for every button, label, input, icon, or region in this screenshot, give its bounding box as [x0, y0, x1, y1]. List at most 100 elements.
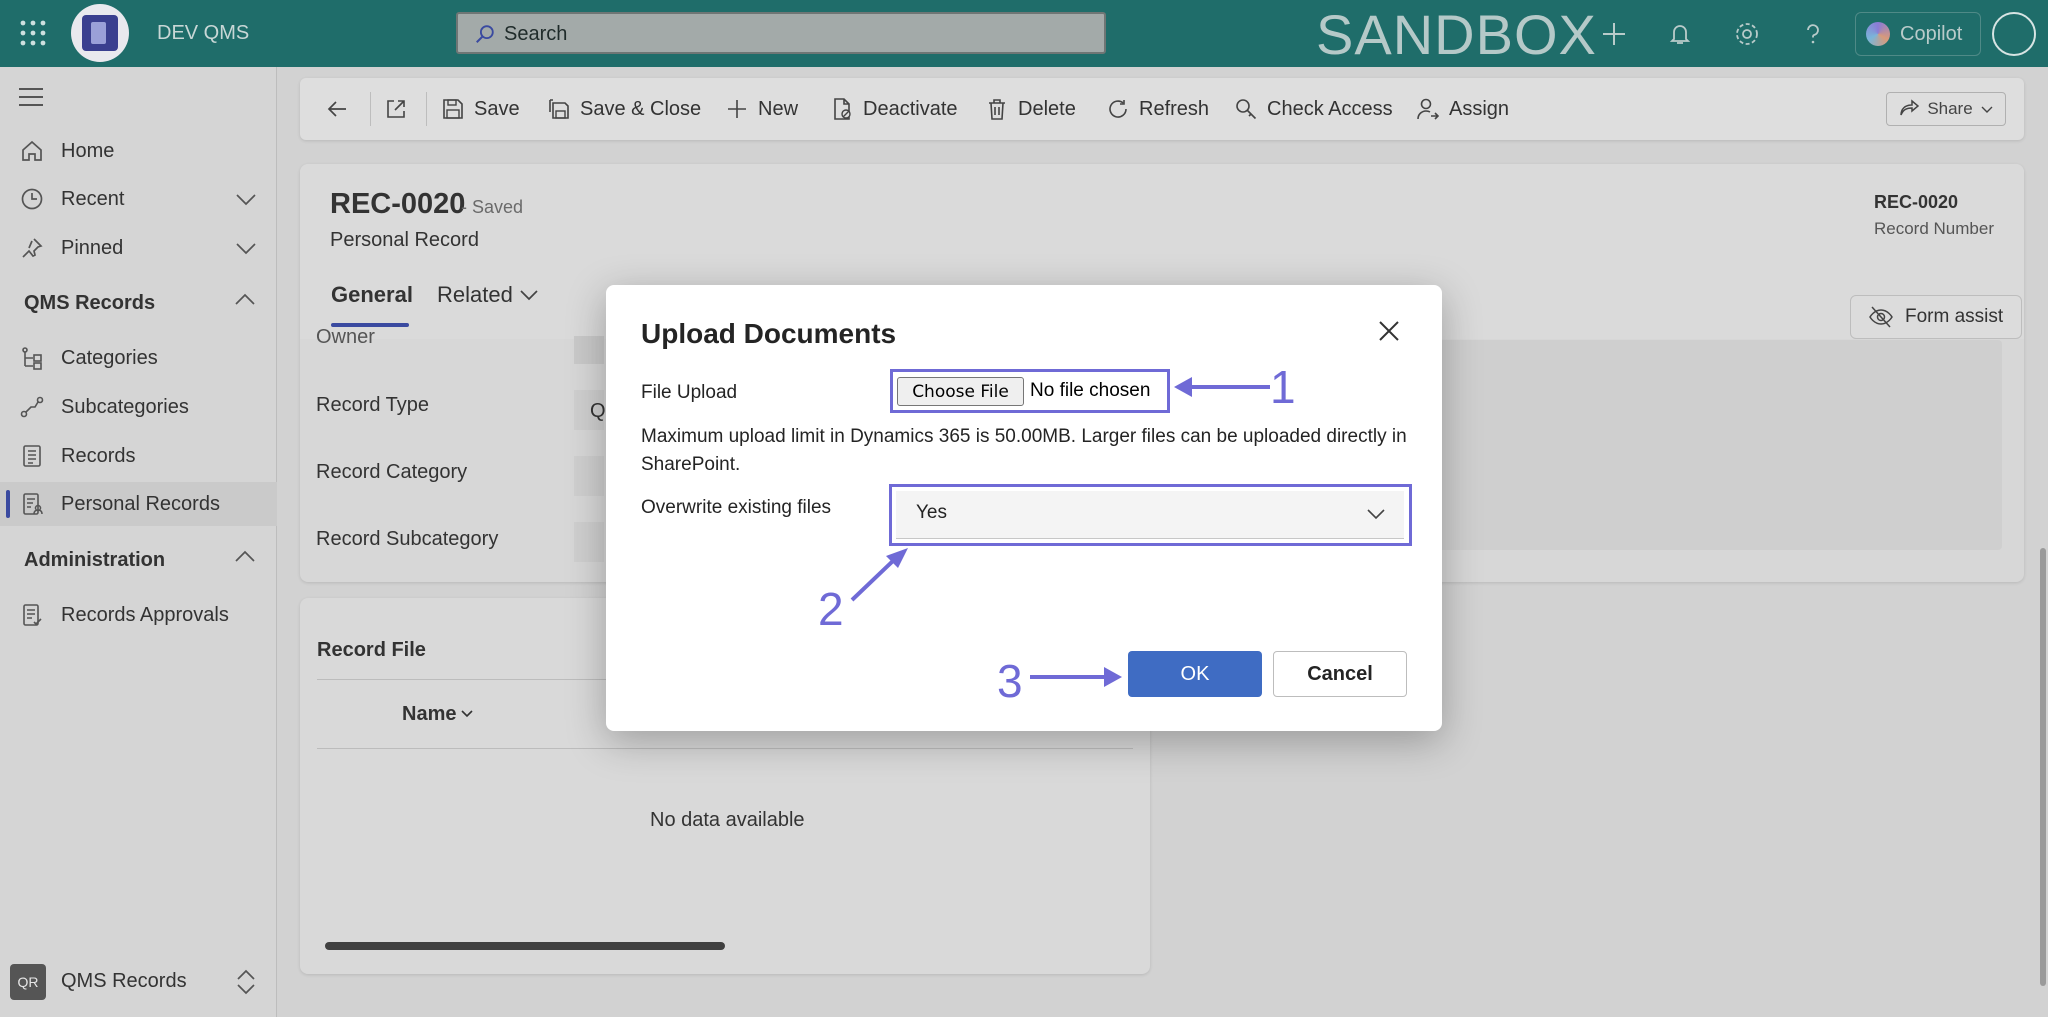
check-access-icon	[1236, 99, 1257, 120]
field-label-record-category: Record Category	[316, 461, 468, 483]
ok-button[interactable]: OK	[1128, 651, 1262, 697]
sidebar: Home Recent Pinned QMS Records Categorie…	[0, 67, 277, 1017]
choose-file-button[interactable]: Choose File	[897, 377, 1024, 406]
sidebar-item-categories[interactable]: Categories	[0, 336, 277, 380]
sidebar-item-home[interactable]: Home	[0, 129, 277, 173]
save-label: Save	[474, 97, 520, 120]
field-label-owner: Owner	[316, 326, 375, 346]
help-icon[interactable]	[1799, 20, 1827, 48]
grid-divider	[317, 748, 1133, 749]
open-new-window-button[interactable]	[385, 78, 407, 140]
top-bar: DEV QMS Search SANDBOX Copilot	[0, 0, 2048, 67]
chevron-down-icon[interactable]	[518, 283, 540, 305]
form-assist-button[interactable]: Form assist	[1850, 295, 2022, 339]
area-badge: QR	[10, 964, 46, 1000]
chevron-down-icon	[1981, 106, 1993, 113]
command-separator	[370, 92, 371, 126]
refresh-button[interactable]: Refresh	[1107, 78, 1209, 140]
grid-column-header-name[interactable]: Name	[402, 703, 456, 726]
deactivate-document-icon	[834, 98, 851, 120]
sidebar-item-personal-records[interactable]: Personal Records	[0, 482, 277, 526]
field-record-category-value[interactable]	[574, 456, 604, 496]
callout-number: 3	[997, 655, 1023, 707]
share-button[interactable]: Share	[1886, 92, 2006, 126]
sidebar-item-records[interactable]: Records	[0, 434, 277, 478]
hamburger-menu-icon[interactable]	[18, 87, 44, 107]
search-placeholder: Search	[504, 23, 568, 45]
delete-button[interactable]: Delete	[986, 78, 1076, 140]
copilot-label: Copilot	[1900, 22, 1963, 45]
user-avatar[interactable]	[1992, 12, 2036, 56]
overwrite-select[interactable]	[896, 491, 1404, 539]
records-icon	[23, 445, 41, 467]
sidebar-item-records-approvals[interactable]: Records Approvals	[0, 593, 277, 637]
app-launcher-icon[interactable]	[18, 18, 48, 48]
record-type-value: Q	[590, 400, 606, 422]
sidebar-item-label: Personal Records	[61, 492, 220, 515]
save-and-close-label: Save & Close	[580, 97, 702, 120]
sidebar-item-label: Records	[61, 444, 136, 467]
check-access-button[interactable]: Check Access	[1235, 78, 1393, 140]
eye-off-icon	[1869, 306, 1893, 328]
field-label-record-subcategory: Record Subcategory	[316, 528, 499, 550]
chevron-up-icon[interactable]	[234, 289, 256, 311]
dialog-title: Upload Documents	[641, 318, 897, 349]
bell-icon[interactable]	[1666, 20, 1694, 48]
app-name[interactable]: DEV QMS	[157, 22, 249, 45]
copilot-icon	[1866, 22, 1890, 46]
callout-arrow-icon	[1030, 667, 1122, 687]
callout-arrow-icon	[850, 548, 908, 602]
horizontal-scrollbar[interactable]	[325, 942, 725, 950]
check-access-label: Check Access	[1267, 97, 1393, 120]
close-icon[interactable]	[1377, 319, 1401, 343]
search-input[interactable]: Search	[456, 12, 1106, 54]
command-separator	[426, 92, 427, 126]
assign-button[interactable]: Assign	[1417, 78, 1509, 140]
pin-icon	[22, 238, 43, 258]
home-icon	[22, 140, 42, 161]
form-assist-label: Form assist	[1905, 306, 2004, 327]
vertical-scrollbar[interactable]	[2040, 548, 2046, 986]
overwrite-label: Overwrite existing files	[641, 497, 832, 518]
save-button[interactable]: Save	[442, 78, 520, 140]
field-owner-value[interactable]	[574, 336, 604, 364]
chevron-up-down-icon	[237, 969, 255, 995]
record-number-value: REC-0020	[1874, 192, 1959, 212]
area-label: QMS Records	[61, 970, 187, 992]
field-record-subcategory-value[interactable]	[574, 522, 604, 562]
share-icon	[1900, 99, 1920, 116]
area-switcher[interactable]: QR QMS Records	[0, 947, 277, 1017]
new-button[interactable]: New	[726, 78, 798, 140]
chevron-down-icon[interactable]	[235, 237, 257, 259]
app-logo	[71, 4, 129, 62]
chevron-down-icon[interactable]	[235, 188, 257, 210]
sidebar-item-pinned[interactable]: Pinned	[0, 226, 277, 270]
share-label: Share	[1927, 99, 1973, 118]
plus-icon[interactable]	[1600, 20, 1628, 48]
chevron-down-icon[interactable]	[1366, 504, 1386, 524]
chevron-up-icon[interactable]	[234, 546, 256, 568]
delete-label: Delete	[1018, 97, 1076, 120]
command-bar: Save Save & Close New Deactivate Delete …	[300, 78, 2024, 140]
back-button[interactable]	[326, 78, 348, 140]
save-and-close-button[interactable]: Save & Close	[548, 78, 701, 140]
field-record-type-value[interactable]: Q	[574, 390, 606, 430]
open-in-new-window-icon	[387, 100, 405, 118]
cancel-button[interactable]: Cancel	[1273, 651, 1407, 697]
save-icon	[443, 99, 463, 119]
sidebar-item-recent[interactable]: Recent	[0, 177, 277, 221]
subcategories-icon	[20, 396, 44, 418]
sidebar-item-label: Categories	[61, 346, 158, 369]
sidebar-item-subcategories[interactable]: Subcategories	[0, 385, 277, 429]
save-and-close-icon	[549, 99, 569, 119]
categories-icon	[22, 347, 42, 370]
entity-name: Personal Record	[330, 229, 479, 251]
copilot-button[interactable]: Copilot	[1855, 12, 1981, 56]
personal-records-icon	[23, 493, 43, 515]
tab-general[interactable]: General	[331, 282, 413, 308]
record-file-title: Record File	[317, 639, 426, 661]
deactivate-button[interactable]: Deactivate	[831, 78, 958, 140]
callout-arrow-icon	[1174, 377, 1270, 397]
tab-related[interactable]: Related	[437, 282, 513, 308]
gear-icon[interactable]	[1733, 20, 1761, 48]
